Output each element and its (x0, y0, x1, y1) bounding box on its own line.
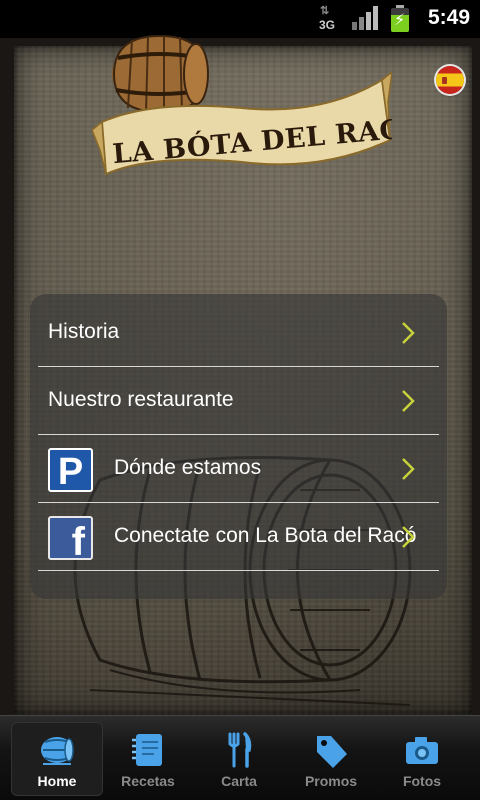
chevron-right-icon (402, 322, 415, 344)
price-tag-icon (317, 736, 347, 768)
bottom-tab-bar: Home Recetas Carta Promos Fotos (0, 715, 480, 800)
tab-label: Promos (304, 773, 358, 789)
menu-item-donde-estamos[interactable]: P Dónde estamos (38, 436, 439, 503)
chevron-right-icon (402, 458, 415, 480)
tab-fotos[interactable]: Fotos (376, 722, 468, 796)
tab-label: Recetas (121, 773, 175, 789)
barrel-icon (41, 737, 74, 765)
divider (38, 570, 439, 571)
main-menu: Historia Nuestro restaurante P Dónde est… (30, 294, 447, 599)
menu-item-label: Historia (48, 320, 120, 343)
tab-label: Fotos (402, 773, 442, 789)
chevron-right-icon (402, 390, 415, 412)
fork-knife-icon (228, 732, 252, 768)
clock: 5:49 (428, 6, 471, 29)
divider (38, 502, 439, 503)
facebook-icon: f (48, 516, 93, 562)
menu-item-nuestro-restaurante[interactable]: Nuestro restaurante (38, 368, 439, 435)
menu-item-label: Conectate con La Bota del Racó (114, 524, 417, 547)
camera-icon (406, 737, 438, 764)
menu-item-historia[interactable]: Historia (38, 300, 439, 367)
divider (38, 434, 439, 435)
menu-item-facebook[interactable]: f Conectate con La Bota del Racó (38, 504, 439, 571)
chevron-right-icon (402, 526, 415, 548)
tab-home[interactable]: Home (11, 722, 103, 796)
divider (38, 366, 439, 367)
logo-barrel-icon (112, 34, 209, 114)
parking-icon: P (48, 448, 93, 493)
menu-item-label: Dónde estamos (114, 456, 262, 479)
tab-label: Carta (221, 773, 257, 789)
menu-item-label: Nuestro restaurante (48, 388, 234, 411)
tab-promos[interactable]: Promos (285, 722, 377, 796)
tab-carta[interactable]: Carta (193, 722, 285, 796)
battery-charging-icon: ⚡ (391, 5, 409, 32)
tab-recetas[interactable]: Recetas (102, 722, 194, 796)
tab-label: Home (37, 773, 77, 789)
spanish-flag-icon[interactable] (436, 66, 464, 94)
notebook-icon (132, 734, 162, 766)
restaurant-logo: LA BÓTA DEL RACÓ (92, 34, 392, 176)
